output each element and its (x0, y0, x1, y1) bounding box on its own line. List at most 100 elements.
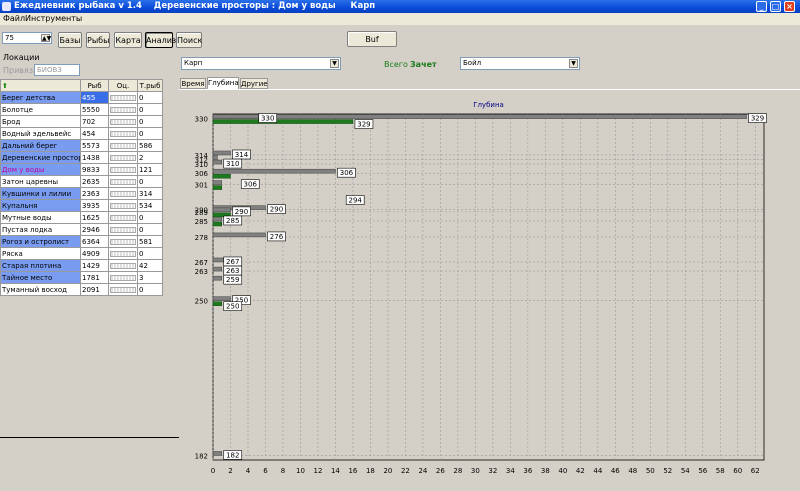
x-tick-label: 56 (698, 467, 707, 475)
filter-input[interactable]: БИОВЗ (34, 64, 80, 76)
bar (212, 221, 222, 227)
x-tick-label: 40 (558, 467, 567, 475)
table-row[interactable]: Пустая лодка 2946 0 (0, 223, 163, 236)
data-label: 329 (357, 121, 370, 129)
table-row[interactable]: Мутные воды 1625 0 (0, 211, 163, 224)
bar (212, 180, 222, 185)
data-label: 294 (349, 197, 363, 205)
minimize-button[interactable]: _ (756, 1, 767, 12)
x-tick-label: 60 (733, 467, 742, 475)
location-name: Пустая лодка (0, 223, 81, 236)
fish-count: 702 (80, 115, 109, 128)
col-score[interactable]: Оц. (108, 79, 138, 92)
map-button[interactable]: Карта (114, 32, 142, 48)
fish-button[interactable]: Рыбы (86, 32, 110, 48)
menu-tools[interactable]: Инструменты (25, 14, 82, 23)
bar (212, 173, 231, 179)
location-name: Тайное место (0, 271, 81, 284)
x-tick-label: 32 (488, 467, 497, 475)
table-row[interactable]: Болотце 5550 0 (0, 103, 163, 116)
panel-divider (0, 437, 179, 490)
spin-arrows-icon[interactable]: ▲▼ (41, 34, 51, 42)
table-row[interactable]: Затон царевны 2635 0 (0, 175, 163, 188)
tab-1[interactable]: Глубина (207, 77, 239, 89)
score-bar (108, 175, 138, 188)
table-row[interactable]: Берег детства 455 0 (0, 91, 163, 104)
bar (212, 301, 222, 306)
chevron-down-icon[interactable]: ▼ (330, 59, 339, 68)
score-bar (108, 199, 138, 212)
table-row[interactable]: Купальня 3935 534 (0, 199, 163, 212)
toolbar: 75 ▲▼ Базы Рыбы Карта Анализ Поиск Buf (0, 25, 800, 49)
x-tick-label: 4 (246, 467, 251, 475)
location-name: Деревенские просторы (0, 151, 81, 164)
score-progress (110, 202, 136, 209)
trophy-count: 121 (137, 163, 163, 176)
bait-select[interactable]: Бойл ▼ (460, 57, 580, 70)
table-row[interactable]: Брод 702 0 (0, 115, 163, 128)
bar (212, 296, 231, 301)
close-button[interactable]: × (784, 1, 795, 12)
data-label: 306 (244, 181, 258, 189)
bar (212, 232, 266, 238)
fish-count: 3935 (80, 199, 109, 212)
trophy-count: 3 (137, 271, 163, 284)
table-row[interactable]: Деревенские просторы 1438 2 (0, 151, 163, 164)
trophy-count: 581 (137, 235, 163, 248)
table-row[interactable]: Туманный восход 2091 0 (0, 283, 163, 296)
x-tick-label: 58 (716, 467, 725, 475)
x-tick-label: 54 (681, 467, 690, 475)
fish-count: 4909 (80, 247, 109, 260)
table-row[interactable]: Водный эдельвейс 454 0 (0, 127, 163, 140)
x-tick-label: 6 (263, 467, 268, 475)
bar (212, 185, 222, 190)
table-row[interactable]: Рогоз и остролист 6364 581 (0, 235, 163, 248)
location-name: Кувшинки и лилии (0, 187, 81, 200)
data-label: 330 (261, 115, 274, 123)
score-bar (108, 91, 138, 104)
table-row[interactable]: Тайное место 1781 3 (0, 271, 163, 284)
y-tick-label: 330 (195, 116, 208, 124)
x-tick-label: 44 (593, 467, 602, 475)
fish-count: 1438 (80, 151, 109, 164)
total-value: Зачет (410, 60, 437, 69)
trophy-count: 314 (137, 187, 163, 200)
x-tick-label: 24 (418, 467, 427, 475)
buf-button[interactable]: Buf (347, 31, 397, 47)
table-row[interactable]: Старая плотина 1429 42 (0, 259, 163, 272)
col-trophy[interactable]: Т.рыб (137, 79, 163, 92)
col-fish[interactable]: Рыб (80, 79, 109, 92)
tab-2[interactable]: Другие (240, 78, 268, 89)
y-tick-label: 278 (195, 234, 208, 242)
fish-select[interactable]: Карп ▼ (181, 57, 341, 70)
x-tick-label: 10 (296, 467, 305, 475)
tab-0[interactable]: Время (180, 78, 206, 89)
table-row[interactable]: Кувшинки и лилии 2363 314 (0, 187, 163, 200)
sort-arrow-icon[interactable]: ⬆ (0, 79, 81, 92)
score-bar (108, 187, 138, 200)
search-button[interactable]: Поиск (176, 32, 202, 48)
score-progress (110, 118, 136, 125)
analysis-button[interactable]: Анализ (145, 32, 176, 48)
fish-count: 1625 (80, 211, 109, 224)
plot-panel: Глубина 0 2 4 6 8 10 12 14 16 18 20 22 24 26 28 30 32 34 36… (179, 89, 800, 490)
maximize-button[interactable]: □ (770, 1, 781, 12)
x-tick-label: 52 (663, 467, 672, 475)
bar (212, 114, 747, 119)
menu-file[interactable]: Файл (3, 14, 25, 23)
x-tick-label: 50 (646, 467, 655, 475)
score-progress (110, 142, 136, 149)
bases-button[interactable]: Базы (58, 32, 82, 48)
x-tick-label: 18 (366, 467, 375, 475)
location-name: Затон царевны (0, 175, 81, 188)
data-label: 290 (235, 208, 248, 216)
spin-input[interactable]: 75 ▲▼ (2, 32, 52, 44)
table-row[interactable]: Дом у воды 9833 121 (0, 163, 163, 176)
chevron-down-icon[interactable]: ▼ (569, 59, 578, 68)
y-tick-label: 250 (195, 298, 208, 306)
table-row[interactable]: Дальний берег 5573 586 (0, 139, 163, 152)
y-tick-label: 289 (195, 209, 208, 217)
table-row[interactable]: Ряска 4909 0 (0, 247, 163, 260)
x-tick-label: 30 (471, 467, 480, 475)
data-label: 329 (751, 115, 764, 123)
